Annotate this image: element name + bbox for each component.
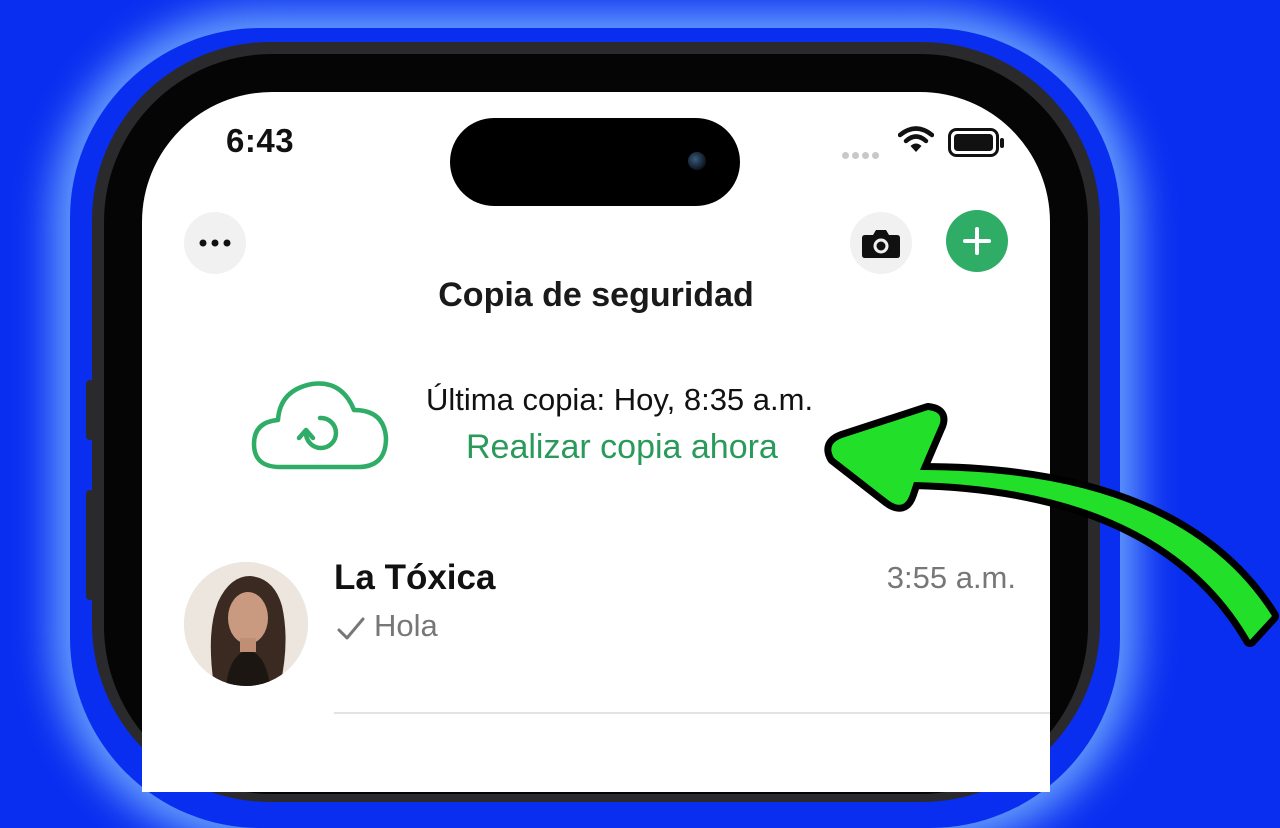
page-title: Copia de seguridad: [438, 276, 754, 314]
last-backup-text: Última copia: Hoy, 8:35 a.m.: [426, 382, 814, 417]
chat-name: La Tóxica: [334, 558, 496, 597]
wifi-icon: [897, 126, 935, 159]
backup-now-link[interactable]: Realizar copia ahora: [466, 428, 778, 467]
chat-list-item[interactable]: La Tóxica 3:55 a.m. Hola: [142, 552, 1050, 702]
divider: [334, 712, 1050, 714]
cellular-signal-icon: [842, 146, 882, 164]
more-options-button[interactable]: [184, 212, 246, 274]
side-button: [86, 490, 94, 600]
cloud-sync-icon: [250, 372, 390, 477]
phone-screen: 6:43 Copia de seguridad Última copia: Ho…: [142, 92, 1050, 792]
dynamic-island: [450, 118, 740, 206]
check-icon: [336, 616, 366, 647]
chat-last-message: Hola: [374, 608, 438, 643]
status-time: 6:43: [226, 122, 295, 159]
side-button: [86, 380, 94, 440]
front-camera: [688, 152, 706, 170]
battery-icon: [948, 128, 1006, 163]
camera-icon: [862, 230, 900, 258]
camera-button[interactable]: [850, 212, 912, 274]
avatar[interactable]: [184, 562, 308, 686]
ellipsis-icon: [199, 239, 231, 247]
new-chat-button[interactable]: [946, 210, 1008, 272]
plus-icon: [963, 227, 991, 255]
chat-time: 3:55 a.m.: [886, 560, 1016, 595]
